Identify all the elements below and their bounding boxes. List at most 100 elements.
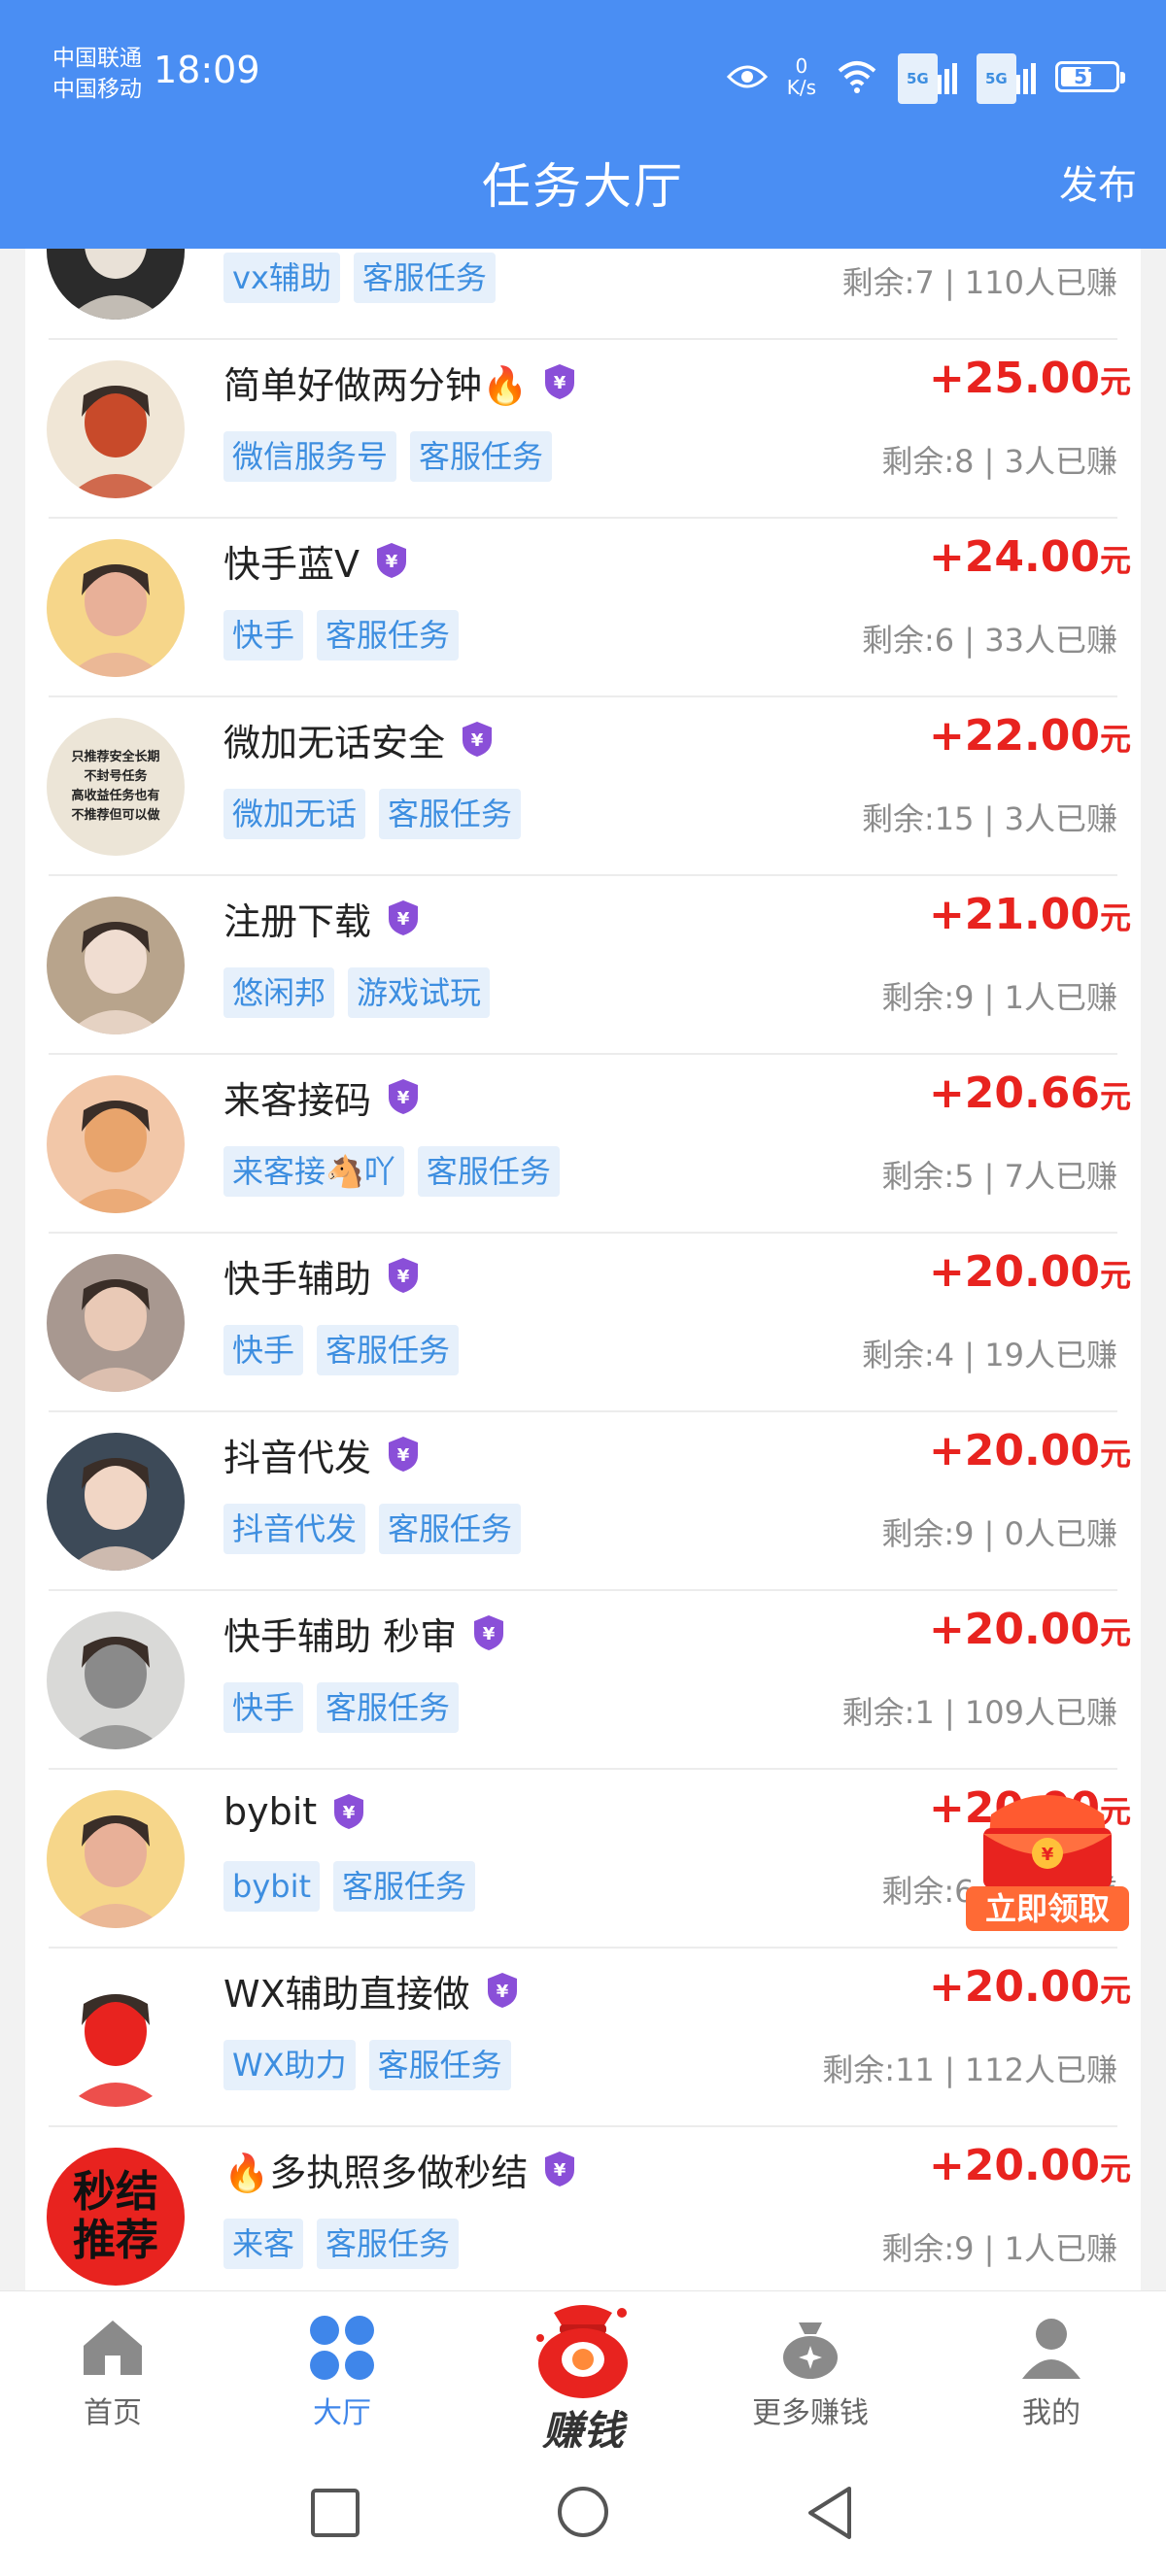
task-tag: 快手 [223, 1682, 304, 1733]
task-tag: 客服任务 [410, 431, 553, 482]
task-title-text: 注册下载 [223, 899, 372, 943]
task-row[interactable]: 快手辅助 秒审 ¥ 快手 客服任务 +20.00元剩余:1 | 109人已赚 [47, 1591, 1131, 1770]
back-triangle-icon[interactable] [805, 2485, 855, 2541]
svg-text:¥: ¥ [397, 1267, 410, 1287]
task-reward-unit: 元 [1099, 363, 1131, 400]
task-row[interactable]: WX辅助直接做 ¥ WX助力 客服任务 +20.00元 剩余:11 | 112人已赚 [47, 1949, 1131, 2127]
task-tags: WX助力 客服任务 [223, 2040, 511, 2090]
task-tag: WX助力 [223, 2040, 356, 2090]
task-tags: 来客接🐴吖 客服任务 [223, 1146, 560, 1197]
tab-earn[interactable]: 赚钱 [505, 2299, 661, 2457]
task-title-text: 🔥多执照多做秒结 [223, 2151, 529, 2194]
signal-1-icon: 5G [898, 53, 957, 104]
task-tag: 客服任务 [317, 2219, 460, 2269]
task-title-text: WX辅助直接做 [223, 1972, 470, 2016]
task-stats: 剩余:11 | 112人已赚 [822, 2051, 1117, 2088]
red-packet-float-button[interactable]: ¥ 立即领取 [964, 1779, 1131, 1935]
task-reward-amount: +22.00 [928, 711, 1100, 761]
task-row[interactable]: 来客接码 ¥ 来客接🐴吖 客服任务 +20.66元 剩余:5 | 7人已赚 [47, 1055, 1131, 1234]
home-icon [84, 2321, 142, 2375]
task-tag: 微信服务号 [223, 431, 397, 482]
svg-text:¥: ¥ [1042, 1845, 1054, 1865]
svg-text:¥: ¥ [397, 909, 410, 930]
task-row[interactable]: bybit¥bybit客服任务+20.00元剩余:6 | 4人已赚 [47, 1770, 1131, 1949]
task-reward-amount: +20.00 [928, 1426, 1100, 1475]
tab-home[interactable]: 首页 [25, 2313, 200, 2431]
home-circle-icon[interactable] [556, 2485, 610, 2539]
svg-text:¥: ¥ [397, 1088, 410, 1108]
task-row[interactable]: 秒结 推荐 🔥多执照多做秒结 ¥ 来客 客服任务 +20.00元 剩余:9 | 1人已赚 [47, 2127, 1131, 2290]
tab-hall[interactable]: 大厅 [255, 2313, 429, 2431]
task-row[interactable]: 快手蓝V ¥ 快手 客服任务 +24.00元 剩余:6 | 33人已赚 [47, 519, 1131, 697]
task-avatar [47, 1433, 185, 1571]
task-title-text: 快手辅助 [223, 1257, 372, 1301]
task-tag: 微加无话 [223, 789, 366, 839]
task-reward-unit: 元 [1099, 721, 1131, 758]
tab-more-earn[interactable]: 更多赚钱 [723, 2313, 898, 2431]
task-stats: 剩余:9 | 1人已赚 [881, 979, 1117, 1016]
task-title: 注册下载 ¥ [223, 886, 420, 950]
task-tags: 微信服务号 客服任务 [223, 431, 553, 482]
task-tag: 快手 [223, 610, 304, 661]
task-reward-amount: +20.00 [928, 2141, 1100, 2190]
task-tag: 客服任务 [317, 1682, 460, 1733]
task-tags: 来客 客服任务 [223, 2219, 460, 2269]
task-reward: +20.00元 [929, 2141, 1131, 2190]
task-row[interactable]: 注册下载 ¥ 悠闲邦 游戏试玩 +21.00元 剩余:9 | 1人已赚 [47, 876, 1131, 1055]
task-tags: 快手 客服任务 [223, 1325, 460, 1375]
task-tags: 悠闲邦 游戏试玩 [223, 967, 491, 1018]
vip-shield-icon: ¥ [387, 1257, 420, 1294]
task-stats: 剩余:8 | 3人已赚 [881, 443, 1117, 480]
task-row[interactable]: 简单好做两分钟🔥 ¥ 微信服务号 客服任务 +25.00元 剩余:8 | 3人已赚 [47, 340, 1131, 519]
task-reward-unit: 元 [1099, 1078, 1131, 1115]
task-tags: vx辅助 客服任务 [223, 253, 496, 303]
task-row[interactable]: 只推荐安全长期 不封号任务 高收益任务也有 不推荐但可以做 微加无话安全 ¥ 微加无话… [47, 697, 1131, 876]
task-list-container[interactable]: V辅助解限制秒审¥vx辅助客服任务+25.00元剩余:7 | 110人已赚简单好… [25, 249, 1141, 2290]
task-stats: 剩余:1 | 109人已赚 [841, 1694, 1117, 1731]
task-reward: +20.00元 [929, 1605, 1131, 1654]
tab-mine[interactable]: 我的 [964, 2313, 1139, 2431]
recent-apps-icon[interactable] [309, 2487, 361, 2539]
vip-shield-icon: ¥ [375, 542, 408, 579]
task-tag: 客服任务 [333, 1861, 476, 1912]
status-icons: 0 K/s 5G 5G 57 [726, 52, 1125, 104]
task-reward-amount: +20.00 [928, 1962, 1100, 2012]
grid-icon [310, 2316, 374, 2380]
task-title: 🔥多执照多做秒结 ¥ [223, 2137, 576, 2201]
money-bag-icon [536, 2305, 628, 2398]
system-nav-bar [0, 2448, 1166, 2576]
task-stats: 剩余:15 | 3人已赚 [862, 800, 1117, 837]
task-tag: 客服任务 [379, 1504, 522, 1554]
carrier-info: 中国联通 中国移动 [52, 43, 142, 105]
task-title: 快手辅助 秒审 ¥ [223, 1601, 505, 1665]
task-tag: 客服任务 [417, 1146, 560, 1197]
task-title: 简单好做两分钟🔥 ¥ [223, 350, 576, 414]
svg-text:¥: ¥ [554, 2160, 566, 2181]
task-avatar: 秒结 推荐 [47, 2148, 185, 2286]
eye-icon [726, 65, 768, 88]
task-reward: +20.00元 [929, 1247, 1131, 1297]
money-bag-outline-icon [783, 2322, 838, 2379]
task-title: 抖音代发 ¥ [223, 1422, 420, 1486]
vip-shield-icon: ¥ [387, 1078, 420, 1115]
task-title-text: 快手辅助 秒审 [223, 1614, 458, 1658]
task-stats: 剩余:9 | 0人已赚 [881, 1515, 1117, 1552]
app-header: 中国联通 中国移动 18:09 0 K/s 5G 5G 57 任务大厅 发布 [0, 0, 1166, 249]
task-reward-amount: +20.00 [928, 1247, 1100, 1297]
svg-text:¥: ¥ [343, 1803, 356, 1823]
task-tag: 客服任务 [317, 1325, 460, 1375]
task-row[interactable]: V辅助解限制秒审¥vx辅助客服任务+25.00元剩余:7 | 110人已赚 [47, 249, 1117, 340]
task-reward-amount: +24.00 [928, 532, 1100, 582]
task-avatar [47, 1611, 185, 1749]
bottom-tab-bar: 首页 大厅 赚钱 更多赚钱 我的 [0, 2290, 1166, 2455]
publish-button[interactable]: 发布 [1059, 153, 1137, 210]
vip-shield-icon: ¥ [387, 1436, 420, 1473]
task-title-text: 微加无话安全 [223, 721, 446, 764]
vip-shield-icon: ¥ [387, 899, 420, 936]
task-row[interactable]: 快手辅助 ¥ 快手 客服任务 +20.00元 剩余:4 | 19人已赚 [47, 1234, 1131, 1412]
vip-shield-icon: ¥ [486, 1972, 519, 2009]
red-packet-label: 立即领取 [984, 1890, 1110, 1927]
task-row[interactable]: 抖音代发 ¥ 抖音代发 客服任务 +20.00元 剩余:9 | 0人已赚 [47, 1412, 1131, 1591]
task-tag: 来客 [223, 2219, 304, 2269]
page-title: 任务大厅 [482, 158, 684, 215]
